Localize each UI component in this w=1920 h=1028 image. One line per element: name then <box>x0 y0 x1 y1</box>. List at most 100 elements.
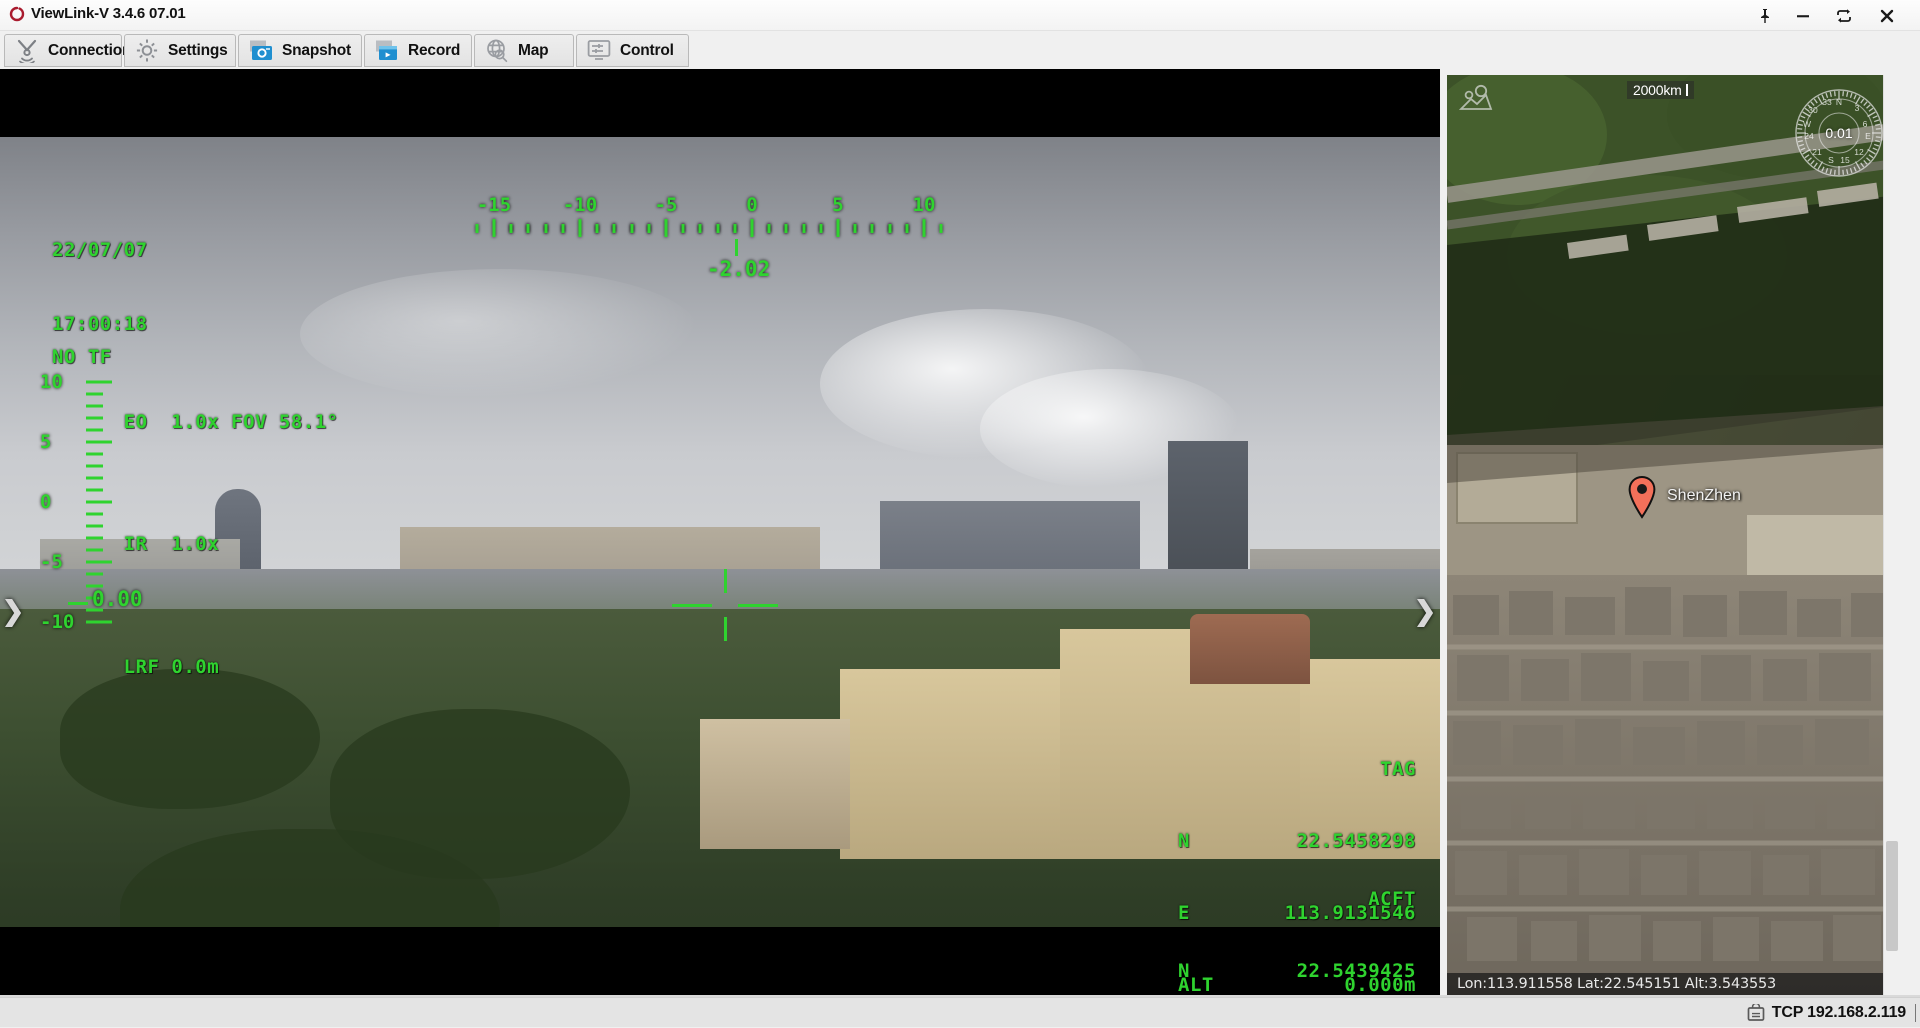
osd-lrf-value: 0.0m <box>171 656 219 678</box>
azimuth-tick-label: 5 <box>832 194 843 216</box>
azimuth-tick-minor <box>888 224 891 233</box>
camera-icon <box>248 38 274 63</box>
window-title: ViewLink-V 3.4.6 07.01 <box>31 5 186 22</box>
azimuth-tick-minor <box>596 224 599 233</box>
map-coordinate-status: Lon:113.911558 Lat:22.545151 Alt:3.54355… <box>1447 973 1899 995</box>
map-panel[interactable]: 2000km N36 E1215 S2124 W3033 0.01 ShenZh… <box>1447 75 1899 995</box>
elevation-tick-minor <box>86 537 103 540</box>
record-film-icon <box>374 38 400 63</box>
osd-fov-label: FOV <box>231 411 267 433</box>
azimuth-tick-minor <box>768 224 771 233</box>
osd-fov-value: 58.1° <box>279 411 339 433</box>
azimuth-tick-minor <box>871 224 874 233</box>
elevation-tick-label: -5 <box>40 551 63 573</box>
elevation-tick-minor <box>86 513 103 516</box>
azimuth-tick-major <box>923 219 926 237</box>
azimuth-tick-minor <box>544 224 547 233</box>
main-toolbar: Connection Settings Snapshot Record <box>0 31 1920 69</box>
acft-n-label: N <box>1178 959 1190 983</box>
azimuth-tick-minor <box>905 224 908 233</box>
pan-left-arrow-icon[interactable]: ❯ <box>2 591 24 631</box>
elevation-tick-minor <box>86 573 103 576</box>
cloud <box>300 269 700 399</box>
elevation-tick-minor <box>86 405 103 408</box>
acft-north-row: N 22.5439425 <box>1178 959 1416 983</box>
map-scale-tick <box>1686 84 1688 96</box>
toolbar-button-snapshot[interactable]: Snapshot <box>238 34 362 67</box>
status-bar: TCP 192.168.2.119 <box>0 997 1920 1027</box>
acft-title: ACFT <box>1178 887 1416 911</box>
restore-icon[interactable] <box>1825 0 1863 31</box>
osd-date: 22/07/07 <box>52 238 339 263</box>
azimuth-tick-label: -5 <box>655 194 678 216</box>
acft-n-value: 22.5439425 <box>1297 959 1416 983</box>
azimuth-tick-minor <box>785 224 788 233</box>
location-pin-icon[interactable] <box>1627 475 1657 519</box>
elevation-tick-minor <box>86 489 103 492</box>
toolbar-button-map[interactable]: Map <box>474 34 574 67</box>
toolbar-label-settings: Settings <box>168 42 228 60</box>
elevation-tick-minor <box>86 549 103 552</box>
azimuth-tick-label: -15 <box>477 194 511 216</box>
letterbox-top <box>0 69 1440 137</box>
lock-network-icon <box>1746 1004 1766 1022</box>
elevation-value: 0.00 <box>92 587 143 611</box>
satellite-imagery <box>1447 75 1899 995</box>
pin-icon[interactable] <box>1746 0 1784 31</box>
azimuth-tick-minor <box>527 224 530 233</box>
azimuth-tick-major <box>665 219 668 237</box>
connection-antenna-icon <box>14 38 40 63</box>
azimuth-tick-minor <box>561 224 564 233</box>
toolbar-button-record[interactable]: Record <box>364 34 472 67</box>
text-caret <box>1915 1004 1916 1022</box>
center-reticle <box>672 569 778 639</box>
azimuth-tick-major <box>579 219 582 237</box>
elevation-tick-major <box>86 561 112 564</box>
toolbar-label-map: Map <box>518 42 548 60</box>
azimuth-tick-minor <box>647 224 650 233</box>
campus-building-roof <box>1190 614 1310 684</box>
azimuth-tick-label: 0 <box>746 194 757 216</box>
azimuth-tick-major <box>837 219 840 237</box>
elevation-tick-label: 0 <box>40 491 51 513</box>
osd-ir-zoom: 1.0x <box>171 533 219 555</box>
elevation-tick-minor <box>86 393 103 396</box>
elevation-tick-label: 5 <box>40 431 51 453</box>
video-feed-panel[interactable]: 22/07/07 17:00:18 EO 1.0x FOV 58.1° IR 1… <box>0 69 1440 997</box>
toolbar-button-control[interactable]: Control <box>576 34 689 67</box>
elevation-tick-major <box>86 501 112 504</box>
elevation-tick-minor <box>86 429 103 432</box>
osd-eo-zoom: 1.0x <box>171 411 219 433</box>
azimuth-tick-minor <box>630 224 633 233</box>
toolbar-label-record: Record <box>408 42 460 60</box>
title-bar: ViewLink-V 3.4.6 07.01 <box>0 0 1920 31</box>
azimuth-tick-minor <box>682 224 685 233</box>
map-overlay-icon[interactable] <box>1459 83 1493 113</box>
tag-title: TAG <box>1178 757 1416 781</box>
minimize-icon[interactable] <box>1784 0 1822 31</box>
azimuth-tick-minor <box>613 224 616 233</box>
close-icon[interactable] <box>1868 0 1906 31</box>
azimuth-tick-minor <box>475 224 478 233</box>
toolbar-button-settings[interactable]: Settings <box>124 34 236 67</box>
elevation-tick-label: 10 <box>40 371 63 393</box>
pan-right-arrow-icon[interactable]: ❯ <box>1414 591 1436 631</box>
azimuth-tick-minor <box>819 224 822 233</box>
elevation-tick-major <box>86 441 112 444</box>
gear-icon <box>134 38 160 63</box>
elevation-tick-minor <box>86 525 103 528</box>
toolbar-label-snapshot: Snapshot <box>282 42 351 60</box>
campus-building <box>700 719 850 849</box>
elevation-tick-major <box>86 381 112 384</box>
map-scrollbar-thumb[interactable] <box>1886 841 1898 951</box>
elevation-tick-label: -10 <box>40 611 74 633</box>
toolbar-button-connection[interactable]: Connection <box>4 34 122 67</box>
connection-status-text: TCP 192.168.2.119 <box>1772 1004 1906 1022</box>
elevation-ladder: 10 5 0 -5 -10 <box>40 374 170 664</box>
map-scrollbar[interactable] <box>1883 75 1899 995</box>
elevation-pointer <box>68 602 88 605</box>
azimuth-tick-minor <box>940 224 943 233</box>
azimuth-tick-major <box>493 219 496 237</box>
toolbar-label-control: Control <box>620 42 674 60</box>
app-logo-icon <box>8 6 26 24</box>
